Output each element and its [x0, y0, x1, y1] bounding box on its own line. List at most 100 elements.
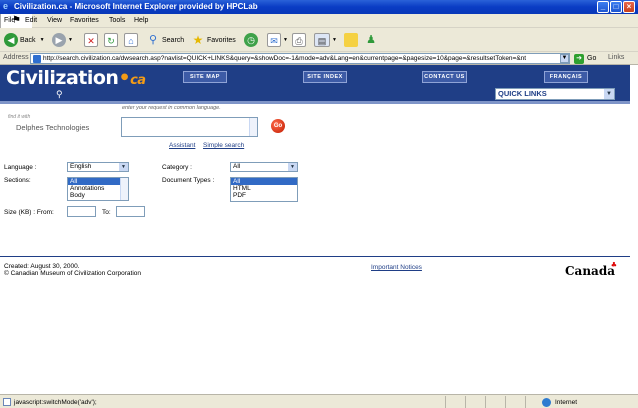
address-bar: Address http://search.civilization.ca/dw… — [0, 52, 638, 65]
status-bar: javascript:switchMode('adv'); Internet — [0, 394, 638, 408]
menu-file[interactable]: File — [4, 17, 15, 24]
address-label: Address — [3, 54, 29, 61]
stop-icon: ✕ — [84, 33, 98, 47]
category-label: Category : — [162, 164, 192, 171]
menu-view[interactable]: View — [47, 17, 62, 24]
list-item[interactable]: Annotations — [68, 185, 128, 192]
title-bar: e Civilization.ca - Microsoft Internet E… — [0, 0, 638, 14]
nav-contact-us[interactable]: CONTACT US — [422, 71, 467, 83]
search-go-button[interactable]: Go — [271, 119, 285, 133]
history-button[interactable]: ◷ — [244, 32, 260, 48]
list-item[interactable]: All — [68, 178, 128, 185]
go-button[interactable]: ➜ Go — [574, 53, 596, 64]
copyright: © Canadian Museum of Civilization Corpor… — [4, 270, 142, 277]
print-button[interactable]: ⎙ — [292, 32, 308, 48]
magnifier-icon: ⚲ — [56, 89, 63, 99]
size-from-label: Size (KB) : From: — [4, 209, 54, 216]
size-to-label: To: — [102, 209, 111, 216]
nav-site-map[interactable]: SITE MAP — [183, 71, 227, 83]
menu-tools[interactable]: Tools — [109, 17, 125, 24]
chevron-down-icon[interactable]: ▼ — [68, 37, 73, 43]
list-item[interactable]: PDF — [231, 192, 297, 199]
favorites-button[interactable]: ★ Favorites — [191, 32, 236, 48]
ie-icon: e — [3, 1, 9, 11]
home-icon: ⌂ — [124, 33, 138, 47]
chevron-down-icon[interactable]: ▼ — [40, 37, 45, 43]
chevron-down-icon[interactable]: ▼ — [283, 37, 288, 43]
address-dropdown-icon[interactable]: ▼ — [560, 54, 569, 63]
page-icon — [33, 55, 41, 63]
menu-edit[interactable]: Edit — [25, 17, 37, 24]
edit-button[interactable]: ▤ ▼ — [314, 32, 337, 48]
close-button[interactable]: × — [623, 1, 635, 13]
status-text: javascript:switchMode('adv'); — [3, 398, 97, 406]
sections-listbox[interactable]: All Annotations Body — [67, 177, 129, 201]
sections-label: Sections: — [4, 177, 31, 184]
back-button[interactable]: ◀ Back ▼ — [4, 32, 45, 48]
search-prompt: enter your request in common language. — [122, 105, 221, 111]
chevron-down-icon: ▼ — [604, 89, 614, 99]
go-arrow-icon: ➜ — [574, 53, 584, 64]
maple-leaf-icon: ♣ — [610, 260, 617, 269]
mail-button[interactable]: ✉ ▼ — [267, 32, 288, 48]
maximize-button[interactable]: □ — [610, 1, 622, 13]
find-it-with-label: find it with — [8, 114, 31, 120]
menu-help[interactable]: Help — [134, 17, 148, 24]
simple-search-link[interactable]: Simple search — [203, 142, 244, 149]
chevron-down-icon: ▼ — [288, 163, 297, 171]
page-icon — [3, 398, 11, 406]
search-button[interactable]: ⚲ Search — [146, 32, 184, 48]
back-arrow-icon: ◀ — [4, 33, 18, 47]
important-notices-link[interactable]: Important Notices — [371, 264, 422, 271]
listbox-scrollbar[interactable] — [120, 178, 128, 200]
language-label: Language : — [4, 164, 37, 171]
print-icon: ⎙ — [292, 33, 306, 47]
messenger-button[interactable]: ♟ — [364, 32, 380, 48]
minimize-button[interactable]: _ — [597, 1, 609, 13]
list-item[interactable]: All — [231, 178, 297, 185]
home-button[interactable]: ⌂ — [124, 32, 140, 48]
footer-divider — [0, 256, 630, 257]
refresh-icon: ↻ — [104, 33, 118, 47]
list-item[interactable]: Body — [68, 192, 128, 199]
window-title: Civilization.ca - Microsoft Internet Exp… — [14, 2, 258, 11]
discuss-button[interactable] — [344, 32, 360, 48]
created-date: Created: August 30, 2000. — [4, 263, 80, 270]
site-logo[interactable]: Civilization•ca — [6, 67, 146, 89]
size-from-input[interactable] — [67, 206, 96, 217]
delphes-logo: Delphes Technologies — [16, 123, 90, 132]
canada-wordmark: Canada ♣ — [565, 260, 617, 278]
search-textarea[interactable] — [121, 117, 258, 137]
star-icon: ★ — [192, 33, 204, 47]
toolbar: ◀ Back ▼ ▶ ▼ ✕ ↻ ⌂ ⚲ Search ★ Favorites … — [0, 28, 638, 52]
document-types-listbox[interactable]: All HTML PDF — [230, 177, 298, 202]
nav-site-index[interactable]: SITE INDEX — [303, 71, 347, 83]
history-icon: ◷ — [244, 33, 258, 47]
menu-bar: File Edit View Favorites Tools Help ⚑ — [0, 14, 638, 28]
mail-icon: ✉ — [267, 33, 281, 47]
list-item[interactable]: HTML — [231, 185, 297, 192]
nav-francais[interactable]: FRANÇAIS — [544, 71, 588, 83]
edit-icon: ▤ — [314, 33, 330, 47]
security-zone: Internet — [542, 398, 577, 407]
address-input[interactable]: http://search.civilization.ca/dwsearch.a… — [30, 53, 570, 64]
quick-links-select[interactable]: QUICK LINKS ▼ — [495, 88, 615, 100]
search-icon: ⚲ — [148, 34, 158, 46]
forward-arrow-icon: ▶ — [52, 33, 66, 47]
messenger-icon: ♟ — [366, 34, 376, 46]
textarea-scrollbar[interactable] — [249, 118, 257, 136]
globe-icon — [542, 398, 551, 407]
discuss-icon — [344, 33, 358, 47]
links-button[interactable]: Links — [608, 54, 624, 61]
refresh-button[interactable]: ↻ — [104, 32, 120, 48]
chevron-down-icon[interactable]: ▼ — [332, 37, 337, 43]
size-to-input[interactable] — [116, 206, 145, 217]
menu-favorites[interactable]: Favorites — [70, 17, 99, 24]
forward-button[interactable]: ▶ ▼ — [52, 32, 73, 48]
header-stripe — [0, 101, 630, 104]
stop-button[interactable]: ✕ — [84, 32, 100, 48]
chevron-down-icon: ▼ — [119, 163, 128, 171]
category-select[interactable]: All ▼ — [230, 162, 298, 172]
assistant-link[interactable]: Assistant — [169, 142, 195, 149]
language-select[interactable]: English ▼ — [67, 162, 129, 172]
